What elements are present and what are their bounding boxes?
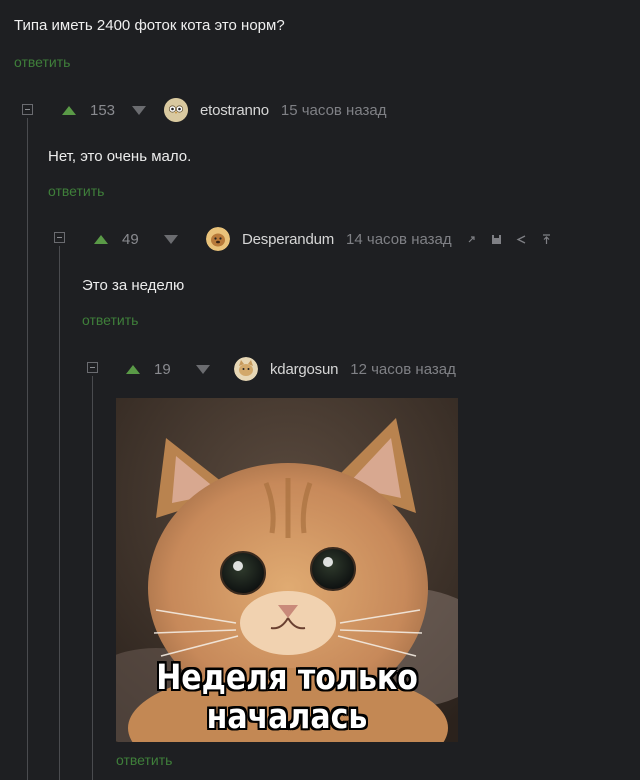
thread-line[interactable] [59,246,60,780]
downvote-icon[interactable] [164,234,178,244]
collapse-toggle-icon[interactable] [87,362,98,373]
collapse-toggle-icon[interactable] [22,104,33,115]
scroll-top-icon[interactable] [541,233,552,245]
upvote-icon[interactable] [126,364,140,374]
meme-caption: Неделя только началась [116,657,458,738]
upvote-icon[interactable] [94,234,108,244]
meme-caption-line: Неделя только [156,657,418,698]
comment-tools [466,233,552,245]
avatar-dog-icon [206,227,230,251]
thread-line[interactable] [92,376,93,780]
timestamp[interactable]: 14 часов назад [346,231,452,248]
timestamp[interactable]: 12 часов назад [350,361,456,378]
rating: 19 [154,360,171,378]
share-icon[interactable] [516,234,527,245]
link-icon[interactable] [466,234,477,245]
timestamp[interactable]: 15 часов назад [281,102,387,119]
comment-text: Нет, это очень мало. [48,148,192,165]
username[interactable]: etostranno [200,102,269,119]
comment-header: 153 etostranno 15 часов назад [62,98,386,122]
meme-caption-line: началась [206,696,368,738]
post-question: Типа иметь 2400 фоток кота это норм? [14,17,285,34]
avatar-owl-icon [164,98,188,122]
username[interactable]: kdargosun [270,361,338,378]
rating: 49 [122,230,139,248]
reply-link[interactable]: ответить [116,752,172,768]
thread-line[interactable] [27,118,28,780]
downvote-icon[interactable] [132,105,146,115]
comment-text: Это за неделю [82,277,185,294]
reply-link[interactable]: ответить [82,312,138,328]
avatar[interactable] [206,227,230,251]
reply-link[interactable]: ответить [14,54,70,70]
downvote-icon[interactable] [196,364,210,374]
avatar[interactable] [164,98,188,122]
username[interactable]: Desperandum [242,231,334,248]
meme-image[interactable]: Неделя только началась [116,398,458,742]
comment-header: 49 Desperandum 14 часов назад [94,227,552,251]
upvote-icon[interactable] [62,105,76,115]
collapse-toggle-icon[interactable] [54,232,65,243]
avatar[interactable] [234,357,258,381]
comment-header: 19 kdargosun 12 часов назад [126,357,456,381]
reply-link[interactable]: ответить [48,183,104,199]
save-icon[interactable] [491,234,502,245]
rating: 153 [90,101,116,119]
avatar-cat-icon [234,357,258,381]
